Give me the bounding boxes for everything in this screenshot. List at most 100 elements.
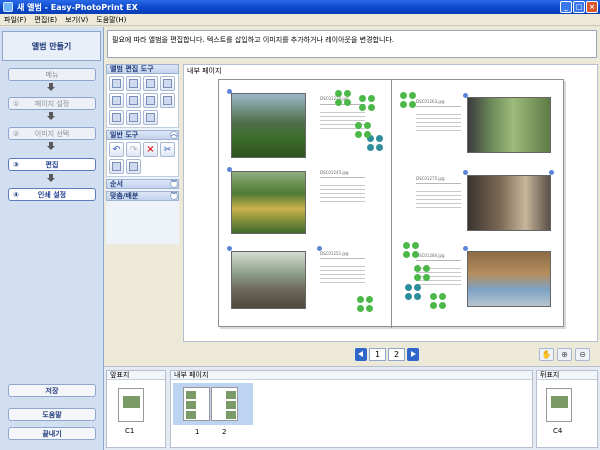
minimize-button[interactable]: _ [560, 1, 572, 13]
photo-4[interactable] [467, 97, 551, 153]
page-number[interactable]: 1 [369, 348, 386, 361]
help-button[interactable]: 도움말 [8, 408, 96, 421]
background-icon[interactable] [126, 76, 141, 91]
effect-icon[interactable] [160, 93, 175, 108]
zoom-out-icon[interactable]: ⊖ [575, 348, 590, 361]
clover-icon [359, 95, 375, 111]
undo-icon[interactable]: ↶ [109, 142, 124, 157]
album-edit-tools [106, 74, 179, 128]
thumb-label: C1 [125, 427, 135, 435]
next-page-icon[interactable] [407, 348, 419, 361]
add-image-icon[interactable] [143, 76, 158, 91]
handle-dot[interactable] [463, 93, 468, 98]
step-print-settings[interactable]: ④ 인쇄 설정 [8, 188, 96, 201]
caption-lines[interactable] [416, 106, 461, 136]
flow-arrow [47, 112, 55, 120]
cut-icon[interactable]: ✂ [160, 142, 175, 157]
general-tools-header[interactable]: 일반 도구 ︿ [106, 130, 179, 140]
menu-edit[interactable]: 편집(E) [34, 15, 57, 25]
general-tools: ↶ ↷ × ✂ [106, 140, 179, 177]
stamp-icon[interactable] [143, 110, 158, 125]
comment-icon[interactable] [126, 110, 141, 125]
text-icon[interactable] [109, 93, 124, 108]
photo-2[interactable] [231, 171, 306, 234]
text-box-icon[interactable] [109, 110, 124, 125]
menu-file[interactable]: 파일(F) [4, 15, 26, 25]
redo-icon[interactable]: ↷ [126, 142, 141, 157]
handle-dot[interactable] [549, 170, 554, 175]
menu-help[interactable]: 도움말(H) [96, 15, 126, 25]
clover-icon [400, 92, 416, 108]
expand-icon[interactable]: ﹀ [170, 192, 178, 200]
handle-dot[interactable] [227, 89, 232, 94]
back-cover-thumb[interactable] [546, 388, 572, 422]
step-page-setup[interactable]: ① 페이지 설정 [8, 97, 96, 110]
align-header[interactable]: 맞춤/배분 ﹀ [106, 191, 179, 201]
copy-icon[interactable] [109, 159, 124, 174]
album-spread: DSC01234.jpg DSC01245.jpg DSC01251.jpg D… [218, 79, 565, 328]
back-cover-label: 뒤표지 [537, 371, 597, 380]
caption-lines[interactable] [320, 258, 365, 288]
paste-icon[interactable] [126, 159, 141, 174]
hand-icon[interactable]: ✋ [539, 348, 554, 361]
page-left[interactable]: DSC01234.jpg DSC01245.jpg DSC01251.jpg [219, 80, 392, 328]
caption-lines[interactable] [416, 183, 461, 213]
close-button[interactable]: × [586, 1, 598, 13]
clover-icon [403, 242, 419, 258]
clover-icon [430, 293, 446, 309]
delete-icon[interactable]: × [143, 142, 158, 157]
zoom-in-icon[interactable]: ⊕ [557, 348, 572, 361]
caption-filename: DSC01275.jpg [416, 176, 445, 181]
handle-dot[interactable] [463, 246, 468, 251]
flow-arrow [47, 142, 55, 150]
menu-view[interactable]: 보기(V) [65, 15, 88, 25]
handle-dot[interactable] [227, 246, 232, 251]
menu-step-button[interactable]: 메뉴 [8, 68, 96, 81]
front-cover-label: 앞표지 [107, 371, 165, 380]
layout-icon[interactable] [109, 76, 124, 91]
page-navigator: 1 2 [355, 348, 419, 361]
thumbnail-strip: 앞표지 C1 내부 페이지 1 2 뒤표지 C4 [104, 366, 600, 450]
photo-5[interactable] [467, 175, 551, 231]
frame-icon[interactable] [160, 76, 175, 91]
canvas-label: 내부 페이지 [187, 67, 222, 75]
clover-icon [357, 296, 373, 312]
back-cover-section: 뒤표지 C4 [536, 370, 598, 448]
exit-button[interactable]: 끝내기 [8, 427, 96, 440]
step-edit[interactable]: ③ 편집 [8, 158, 96, 171]
left-nav-panel: 앨범 만들기 메뉴 ① 페이지 설정 ② 이미지 선택 ③ 편집 ④ 인쇄 설정… [0, 27, 104, 450]
maximize-button[interactable]: □ [573, 1, 585, 13]
handle-dot[interactable] [463, 170, 468, 175]
photo-3[interactable] [231, 251, 306, 309]
prev-page-icon[interactable] [355, 348, 367, 361]
handle-dot[interactable] [227, 167, 232, 172]
inner-pages-label: 내부 페이지 [171, 371, 532, 380]
photo-1[interactable] [231, 93, 306, 158]
thumb-label: C4 [553, 427, 563, 435]
caption-filename: DSC01245.jpg [320, 170, 349, 175]
page-right[interactable]: DSC01263.jpg DSC01275.jpg DSC01284.jpg [392, 80, 565, 328]
collapse-icon[interactable]: ︿ [170, 131, 178, 139]
step-select-image[interactable]: ② 이미지 선택 [8, 127, 96, 140]
page-number[interactable]: 2 [388, 348, 405, 361]
page-thumb-1[interactable] [183, 387, 210, 421]
flow-arrow [47, 83, 55, 91]
handle-dot[interactable] [317, 246, 322, 251]
clipart-icon[interactable] [143, 93, 158, 108]
photo-6[interactable] [467, 251, 551, 307]
thumb-label: 1 [195, 428, 200, 436]
album-edit-tools-header[interactable]: 앨범 편집 도구 [106, 64, 179, 74]
expand-icon[interactable]: ﹀ [170, 180, 178, 188]
caption-lines[interactable] [320, 177, 365, 207]
thumb-label: 2 [222, 428, 227, 436]
clover-icon [355, 122, 371, 138]
front-cover-thumb[interactable] [118, 388, 144, 422]
tool-panel: 앨범 편집 도구 일반 도구 ︿ ↶ ↷ × ✂ 순서 ﹀ 맞춤/배분 ﹀ [106, 64, 179, 244]
menu-bar: 파일(F) 편집(E) 보기(V) 도움말(H) [0, 14, 600, 26]
order-header[interactable]: 순서 ﹀ [106, 179, 179, 189]
app-icon [3, 2, 13, 12]
zoom-controls: ✋ ⊕ ⊖ [539, 348, 590, 361]
page-thumb-2[interactable] [211, 387, 238, 421]
save-button[interactable]: 저장 [8, 384, 96, 397]
date-icon[interactable] [126, 93, 141, 108]
